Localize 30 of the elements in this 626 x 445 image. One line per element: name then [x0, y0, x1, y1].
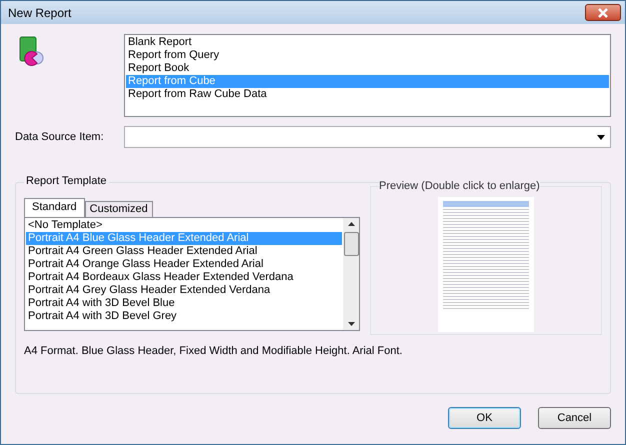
data-source-label: Data Source Item:	[15, 131, 105, 143]
tab[interactable]: Standard	[24, 198, 85, 217]
report-thumbnail-drawing[interactable]	[438, 197, 534, 332]
template-item[interactable]: Portrait A4 Green Glass Header Extended Arial	[26, 245, 342, 258]
report-type-item[interactable]: Report from Raw Cube Data	[126, 88, 609, 101]
window-title: New Report	[8, 6, 72, 20]
dropdown-caret-icon	[597, 134, 605, 140]
template-item[interactable]: Portrait A4 with 3D Bevel Grey	[26, 310, 342, 323]
scroll-up-icon	[348, 222, 354, 226]
close-icon	[597, 8, 609, 18]
group-title: Report Template	[24, 175, 109, 187]
report-type-item[interactable]: Blank Report	[126, 36, 609, 49]
template-item[interactable]: <No Template>	[26, 219, 342, 232]
report-chart-icon	[19, 36, 45, 66]
template-description: A4 Format. Blue Glass Header, Fixed Width and Modifiable Height. Arial Font.	[24, 345, 404, 357]
template-item[interactable]: Portrait A4 Bordeaux Glass Header Extended Verdana	[26, 271, 342, 284]
report-type-item[interactable]: Report Book	[126, 62, 609, 75]
report-type-item[interactable]: Report from Query	[126, 49, 609, 62]
data-source-dropdown[interactable]	[124, 126, 611, 148]
template-item[interactable]: Portrait A4 Grey Glass Header Extended Verdana	[26, 284, 342, 297]
ok-button[interactable]: OK	[448, 407, 521, 429]
template-item[interactable]: Portrait A4 Orange Glass Header Extended Arial	[26, 258, 342, 271]
close-button[interactable]	[585, 4, 621, 21]
scroll-thumb[interactable]	[344, 232, 358, 256]
scrollbar[interactable]	[343, 218, 359, 330]
preview-title: Preview (Double click to enlarge)	[379, 180, 540, 192]
cancel-button[interactable]: Cancel	[538, 407, 611, 429]
template-item[interactable]: Portrait A4 with 3D Bevel Blue	[26, 297, 342, 310]
scroll-down-icon	[348, 322, 354, 326]
tab[interactable]: Customized	[84, 201, 153, 217]
